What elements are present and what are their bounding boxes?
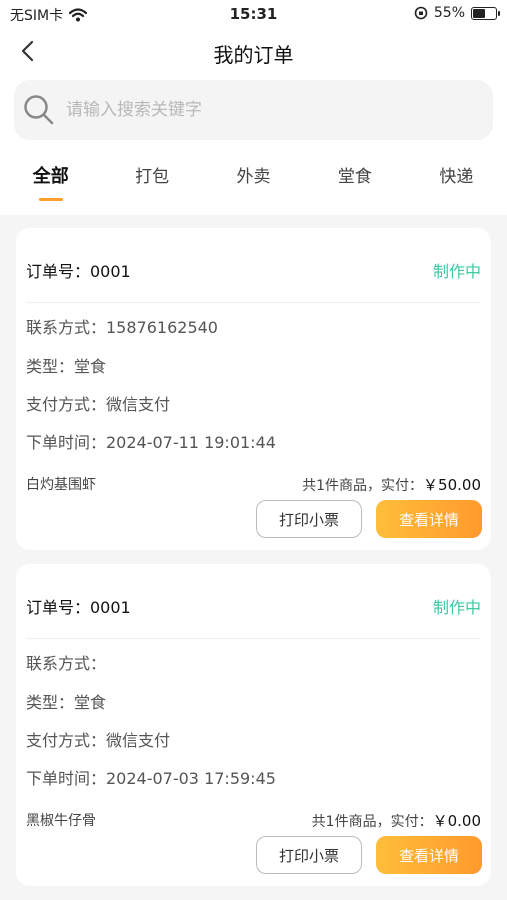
tab-express[interactable]: 快递	[406, 150, 507, 210]
print-receipt-button[interactable]: 打印小票	[256, 836, 362, 874]
battery-percent: 55%	[433, 5, 465, 21]
order-time: 下单时间：2024-07-03 17:59:45	[26, 769, 276, 788]
page-title: 我的订单	[213, 43, 294, 67]
nav-bar: 我的订单	[0, 30, 507, 74]
order-type: 类型：堂食	[26, 357, 107, 376]
order-header: 订单号：0001 制作中	[26, 258, 481, 288]
tab-label: 打包	[135, 167, 170, 187]
order-contact: 联系方式：	[26, 654, 107, 673]
order-summary: 共1件商品，实付：￥50.00	[302, 474, 481, 495]
order-item-name: 黑椒牛仔骨	[26, 813, 96, 829]
print-receipt-button[interactable]: 打印小票	[256, 500, 362, 538]
order-card[interactable]: 订单号：0001 制作中 联系方式： 类型：堂食 支付方式：微信支付 下单时间：…	[16, 564, 491, 886]
order-item-name: 白灼基围虾	[26, 477, 96, 493]
view-details-button[interactable]: 查看详情	[376, 836, 482, 874]
orientation-lock-icon	[414, 6, 428, 20]
order-payment: 支付方式：微信支付	[26, 395, 171, 414]
order-status: 制作中	[432, 598, 481, 617]
view-details-button[interactable]: 查看详情	[376, 500, 482, 538]
search-icon	[24, 95, 54, 125]
order-contact: 联系方式：15876162540	[26, 318, 218, 337]
divider	[26, 638, 481, 639]
search-input[interactable]	[66, 100, 446, 120]
order-status: 制作中	[432, 262, 481, 281]
summary-prefix: 共1件商品，实付：	[302, 478, 424, 494]
status-right: 55%	[414, 5, 500, 21]
order-number: 订单号：0001	[26, 262, 131, 281]
tab-label: 全部	[32, 166, 69, 187]
tab-label: 快递	[439, 167, 474, 187]
status-bar: 无SIM卡 15:31 55%	[0, 0, 507, 30]
order-type: 类型：堂食	[26, 693, 107, 712]
battery-icon	[471, 6, 500, 20]
search-bar[interactable]	[14, 80, 493, 140]
active-tab-indicator	[38, 198, 63, 201]
battery-fill	[473, 8, 485, 18]
tab-label: 外卖	[236, 167, 271, 187]
tab-delivery[interactable]: 外卖	[203, 150, 304, 210]
order-number: 订单号：0001	[26, 598, 131, 617]
order-header: 订单号：0001 制作中	[26, 594, 481, 624]
order-payment: 支付方式：微信支付	[26, 731, 171, 750]
tab-label: 堂食	[337, 167, 372, 187]
order-tabs: 全部 打包 外卖 堂食 快递	[0, 150, 507, 210]
order-summary: 共1件商品，实付：￥0.00	[312, 810, 481, 831]
tab-all[interactable]: 全部	[0, 150, 101, 210]
divider	[26, 302, 481, 303]
tab-package[interactable]: 打包	[101, 150, 202, 210]
summary-prefix: 共1件商品，实付：	[311, 814, 433, 830]
order-amount: ￥50.00	[423, 476, 481, 494]
order-card[interactable]: 订单号：0001 制作中 联系方式：15876162540 类型：堂食 支付方式…	[16, 228, 491, 550]
tab-dine-in[interactable]: 堂食	[304, 150, 405, 210]
header-area: 无SIM卡 15:31 55% 我的订单 请输入搜索关键字 全部 打包 外卖 堂…	[0, 0, 507, 215]
order-time: 下单时间：2024-07-11 19:01:44	[26, 433, 276, 452]
order-amount: ￥0.00	[432, 812, 481, 830]
